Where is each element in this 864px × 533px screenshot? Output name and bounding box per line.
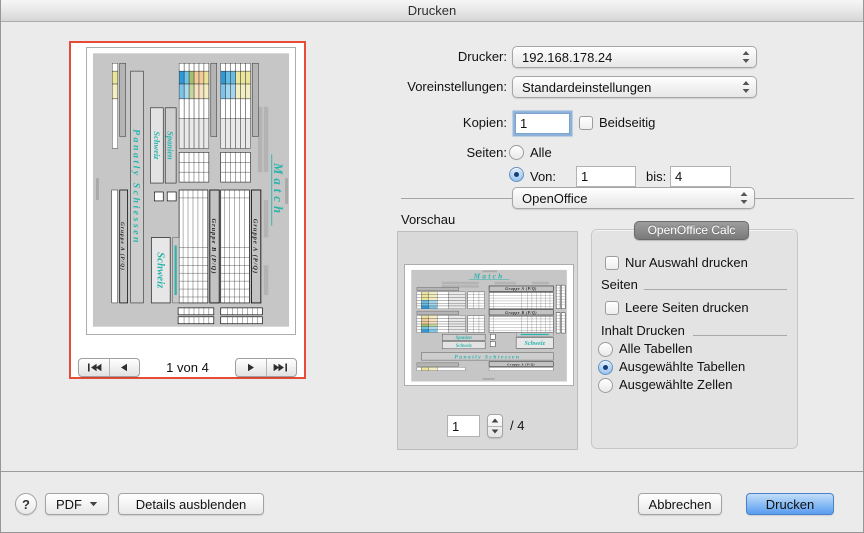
vorschau-box: / 4 xyxy=(397,231,578,450)
next-page-icon xyxy=(243,363,259,372)
all-tables-label: Alle Tabellen xyxy=(619,341,692,357)
window-title: Drucken xyxy=(408,3,456,18)
all-tables-radio[interactable] xyxy=(598,342,613,357)
vorschau-page-stepper xyxy=(487,414,503,438)
selected-tables-label: Ausgewählte Tabellen xyxy=(619,359,745,375)
app-section-value: OpenOffice xyxy=(522,191,737,206)
pdf-label: PDF xyxy=(56,497,82,512)
pdf-dropdown-icon xyxy=(89,501,98,507)
printer-value: 192.168.178.24 xyxy=(522,50,739,65)
calc-panel-tab: OpenOffice Calc xyxy=(634,221,749,240)
title-bar: Drucken xyxy=(1,0,863,22)
help-glyph: ? xyxy=(22,497,30,512)
blank-pages-label: Leere Seiten drucken xyxy=(625,300,749,315)
presets-label: Voreinstellungen: xyxy=(341,76,507,98)
last-page-icon xyxy=(273,363,289,372)
pages-from-radio[interactable] xyxy=(509,167,524,182)
content-section-label: Inhalt Drucken xyxy=(601,323,685,338)
print-dialog: Drucken 1 von 4 Drucker: 192.168.1 xyxy=(0,0,864,533)
pdf-menu-button[interactable]: PDF xyxy=(45,493,109,515)
stepper-up-button[interactable] xyxy=(488,415,502,426)
stepper-down-button[interactable] xyxy=(488,426,502,438)
pages-section-divider xyxy=(644,289,787,290)
two-sided-label: Beidseitig xyxy=(599,112,655,134)
popup-arrows-icon xyxy=(737,190,751,206)
vorschau-page-input[interactable] xyxy=(447,415,480,437)
popup-arrows-icon xyxy=(739,49,753,65)
pages-all-label: Alle xyxy=(530,144,552,161)
popup-arrows-icon xyxy=(739,79,753,95)
page-nav-forward-group xyxy=(235,358,297,377)
content-section-divider xyxy=(693,335,787,336)
copies-input[interactable] xyxy=(515,113,570,134)
only-selection-checkbox[interactable] xyxy=(605,256,619,270)
only-selection-label: Nur Auswahl drucken xyxy=(625,255,748,270)
print-label: Drucken xyxy=(766,497,814,512)
page-preview-pane[interactable]: 1 von 4 xyxy=(69,41,306,379)
selected-tables-radio[interactable] xyxy=(598,360,613,375)
vorschau-page-total: / 4 xyxy=(510,416,524,436)
stepper-down-icon xyxy=(491,429,499,434)
selected-cells-radio[interactable] xyxy=(598,378,613,393)
presets-popup[interactable]: Standardeinstellungen xyxy=(512,76,757,98)
vorschau-label: Vorschau xyxy=(401,212,455,227)
cancel-label: Abbrechen xyxy=(649,497,712,512)
help-button[interactable]: ? xyxy=(15,493,37,515)
page-thumbnail-portrait xyxy=(86,47,296,335)
copies-label: Kopien: xyxy=(341,112,507,134)
presets-value: Standardeinstellungen xyxy=(522,80,739,95)
printer-label: Drucker: xyxy=(341,46,507,68)
pages-to-label: bis: xyxy=(646,166,666,187)
pages-to-input[interactable] xyxy=(670,166,731,187)
stepper-up-icon xyxy=(491,418,499,423)
pages-section-label: Seiten xyxy=(601,277,638,292)
next-page-button[interactable] xyxy=(236,359,266,376)
footer-divider xyxy=(1,471,864,472)
pages-all-radio[interactable] xyxy=(509,145,524,160)
pages-from-label: Von: xyxy=(530,166,556,187)
page-thumbnail-landscape xyxy=(404,264,574,386)
cancel-button[interactable]: Abbrechen xyxy=(638,493,722,515)
printer-popup[interactable]: 192.168.178.24 xyxy=(512,46,757,68)
two-sided-checkbox[interactable] xyxy=(579,116,593,130)
hide-details-button[interactable]: Details ausblenden xyxy=(118,493,264,515)
calc-options-panel: OpenOffice Calc Nur Auswahl drucken Seit… xyxy=(591,229,798,449)
pages-label: Seiten: xyxy=(341,144,507,162)
selected-cells-label: Ausgewählte Zellen xyxy=(619,377,732,393)
hide-details-label: Details ausblenden xyxy=(136,497,247,512)
blank-pages-checkbox[interactable] xyxy=(605,301,619,315)
print-button[interactable]: Drucken xyxy=(746,493,834,515)
pages-from-input[interactable] xyxy=(576,166,636,187)
app-section-popup[interactable]: OpenOffice xyxy=(512,187,755,209)
last-page-button[interactable] xyxy=(266,359,297,376)
